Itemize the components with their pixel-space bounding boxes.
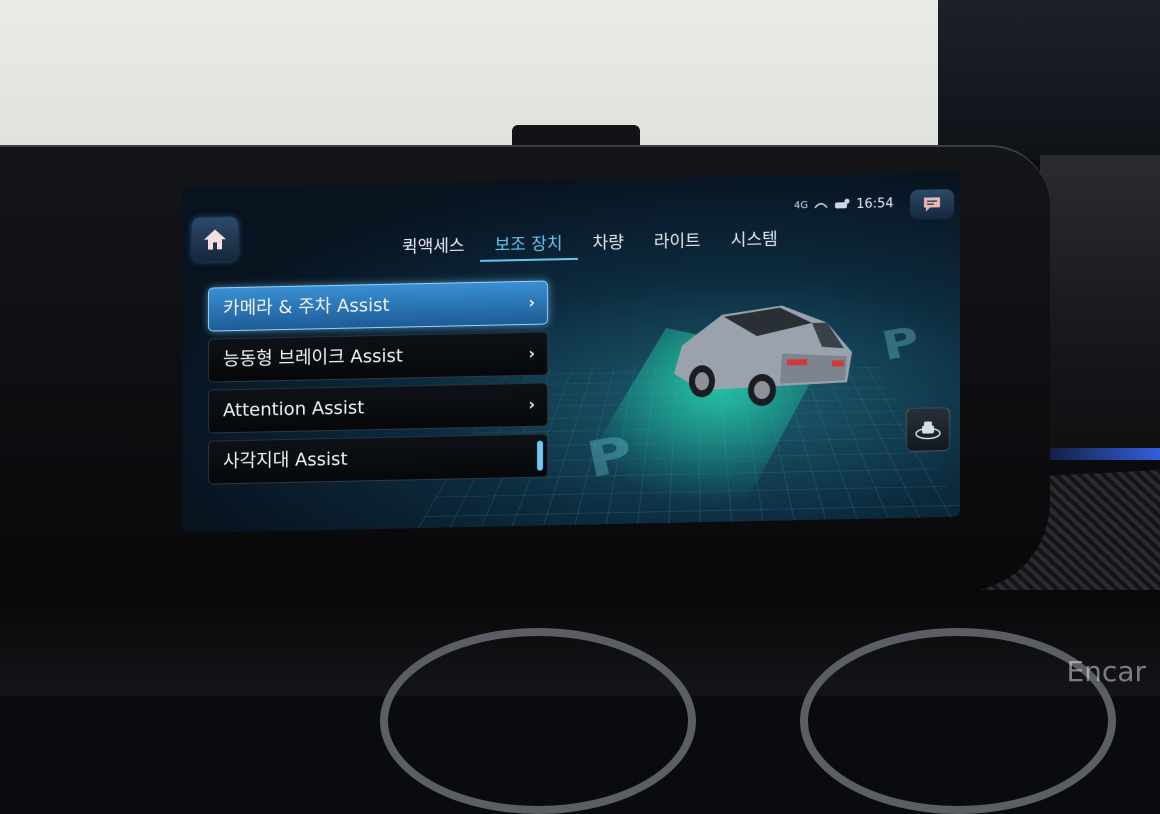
parking-p-mark: P — [878, 319, 929, 372]
connectivity-icon — [814, 203, 828, 209]
home-button[interactable] — [192, 216, 238, 262]
tab-lights[interactable]: 라이트 — [639, 227, 716, 257]
car-illustration — [674, 305, 852, 407]
assist-menu: 카메라 & 주차 Assist › 능동형 브레이크 Assist › Atte… — [208, 280, 548, 491]
ambient-light — [1040, 448, 1160, 460]
dashboard-side — [1040, 155, 1160, 455]
tab-quick-access[interactable]: 퀵액세스 — [387, 232, 480, 262]
chevron-right-icon: › — [528, 343, 535, 363]
menu-item-blind-spot[interactable]: 사각지대 Assist — [208, 433, 548, 485]
air-vent-left — [380, 628, 696, 814]
network-indicator: 4G — [794, 199, 809, 211]
360-view-icon — [915, 421, 941, 440]
chevron-right-icon: › — [528, 394, 535, 414]
menu-item-label: 카메라 & 주차 Assist — [223, 294, 390, 320]
home-icon — [204, 229, 226, 250]
scrollbar[interactable] — [537, 440, 543, 471]
menu-item-label: Attention Assist — [223, 397, 365, 422]
360-view-button[interactable] — [906, 407, 950, 452]
menu-item-camera-parking[interactable]: 카메라 & 주차 Assist › — [208, 280, 548, 332]
menu-item-attention[interactable]: Attention Assist › — [208, 382, 548, 434]
tab-vehicle[interactable]: 차량 — [578, 229, 639, 258]
message-button[interactable] — [910, 188, 954, 220]
menu-item-active-brake[interactable]: 능동형 브레이크 Assist › — [208, 331, 548, 383]
status-bar: 4G 16:54 — [794, 193, 894, 215]
car-status-icon — [835, 198, 850, 209]
display-mount — [512, 125, 640, 147]
tab-bar: 퀵액세스 보조 장치 차량 라이트 시스템 — [387, 225, 793, 263]
menu-item-label: 사각지대 Assist — [223, 448, 348, 473]
clock: 16:54 — [856, 195, 894, 212]
tab-system[interactable]: 시스템 — [716, 225, 793, 255]
background-door — [938, 0, 1160, 160]
watermark-logo: Encar — [1066, 655, 1146, 688]
menu-item-label: 능동형 브레이크 Assist — [223, 345, 403, 371]
infotainment-screen: P P 4G 16:54 퀵액세스 보조 장치 차량 라이트 시스템 카메라 &… — [182, 171, 960, 534]
message-icon — [924, 197, 940, 212]
chevron-right-icon: › — [528, 292, 535, 312]
tab-assist[interactable]: 보조 장치 — [479, 229, 578, 262]
